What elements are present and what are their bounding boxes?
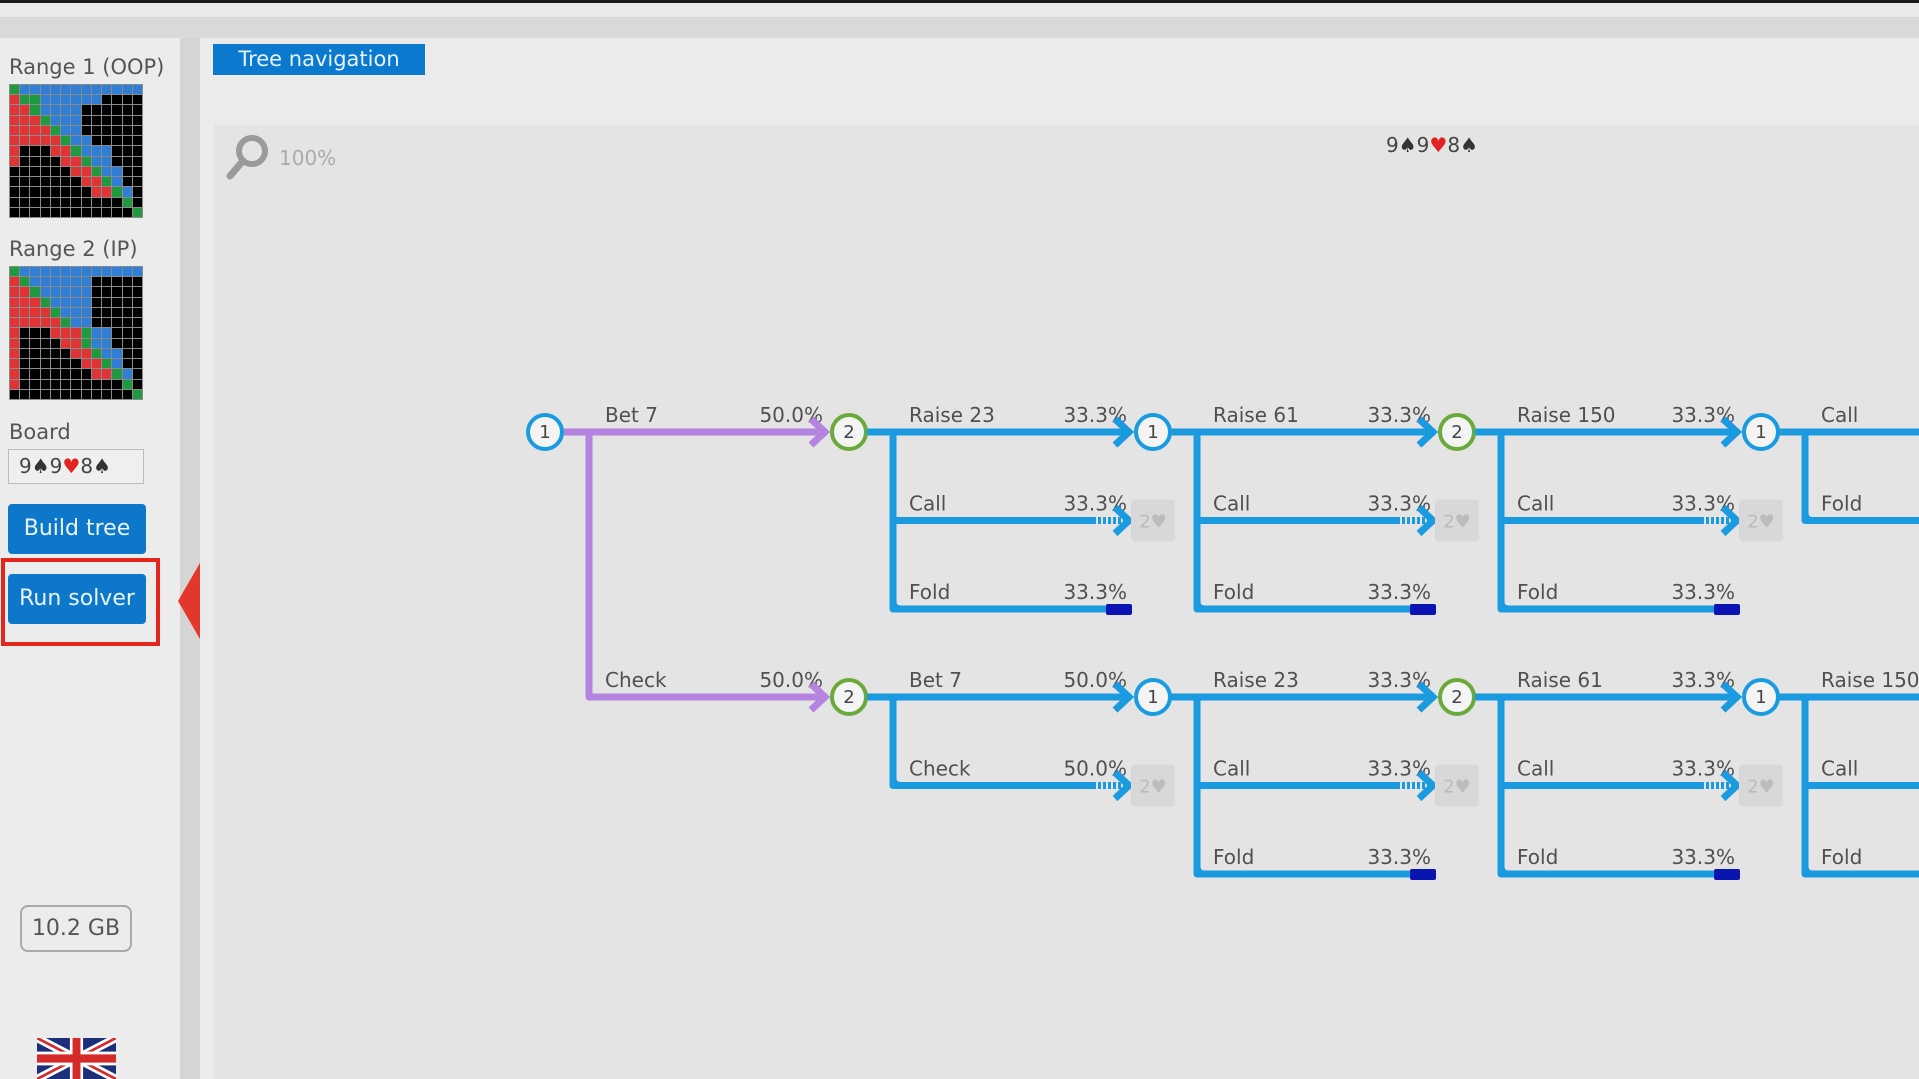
- node-player-number: 1: [1755, 422, 1766, 443]
- action-label: Call: [1821, 403, 1858, 427]
- action-label: Fold: [1821, 492, 1862, 516]
- trunk-corner: [1497, 600, 1510, 613]
- action-label: Check: [605, 668, 667, 692]
- action-label: Bet 7: [605, 403, 658, 427]
- node-player-number: 1: [539, 422, 550, 443]
- action-label: Fold: [1213, 580, 1254, 604]
- action-label: Bet 7: [909, 668, 962, 692]
- action-label: Call: [1517, 492, 1554, 516]
- root-edge[interactable]: [585, 432, 827, 701]
- action-label: Call: [909, 492, 946, 516]
- fold-terminal[interactable]: [1106, 604, 1132, 615]
- action-percentage: 33.3%: [1367, 845, 1431, 869]
- node-player-number: 1: [1147, 687, 1158, 708]
- action-label: Fold: [1517, 845, 1558, 869]
- next-card-label: 2♥: [1139, 777, 1167, 798]
- action-label: Raise 150: [1517, 403, 1616, 427]
- action-label: Fold: [1821, 845, 1862, 869]
- node-player-number: 1: [1755, 687, 1766, 708]
- action-label: Fold: [909, 580, 950, 604]
- next-card-label: 2♥: [1747, 512, 1775, 533]
- node-player-number: 2: [1451, 422, 1462, 443]
- action-percentage: 33.3%: [1671, 580, 1735, 604]
- action-label: Call: [1213, 492, 1250, 516]
- action-label: Fold: [1213, 845, 1254, 869]
- next-card-label: 2♥: [1139, 512, 1167, 533]
- action-label: Raise 150: [1821, 668, 1919, 692]
- action-label: Raise 61: [1517, 668, 1603, 692]
- trunk-corner: [889, 777, 902, 789]
- fold-terminal[interactable]: [1714, 869, 1740, 880]
- fold-terminal[interactable]: [1410, 869, 1436, 880]
- trunk-corner: [1193, 865, 1206, 878]
- action-label: Raise 61: [1213, 403, 1299, 427]
- action-percentage: 33.3%: [1063, 580, 1127, 604]
- trunk-corner: [1801, 512, 1814, 524]
- trunk-corner: [1193, 600, 1206, 613]
- next-card-label: 2♥: [1443, 512, 1471, 533]
- trunk-corner: [889, 600, 902, 613]
- action-label: Check: [909, 757, 971, 781]
- action-percentage: 33.3%: [1671, 845, 1735, 869]
- action-label: Raise 23: [909, 403, 995, 427]
- node-player-number: 2: [843, 422, 854, 443]
- action-label: Call: [1821, 757, 1858, 781]
- next-card-label: 2♥: [1443, 777, 1471, 798]
- fold-terminal[interactable]: [1410, 604, 1436, 615]
- node-player-number: 2: [843, 687, 854, 708]
- node-player-number: 2: [1451, 687, 1462, 708]
- node-player-number: 1: [1147, 422, 1158, 443]
- game-tree: Bet 7 50.0%Check 50.0%1 22Raise 23 33.3%1Cal…: [526, 403, 1919, 880]
- action-percentage: 33.3%: [1367, 580, 1431, 604]
- action-label: Call: [1517, 757, 1554, 781]
- action-label: Raise 23: [1213, 668, 1299, 692]
- fold-terminal[interactable]: [1714, 604, 1740, 615]
- next-card-label: 2♥: [1747, 777, 1775, 798]
- trunk-corner: [1801, 865, 1814, 878]
- trunk-corner: [1497, 865, 1510, 878]
- action-label: Fold: [1517, 580, 1558, 604]
- action-label: Call: [1213, 757, 1250, 781]
